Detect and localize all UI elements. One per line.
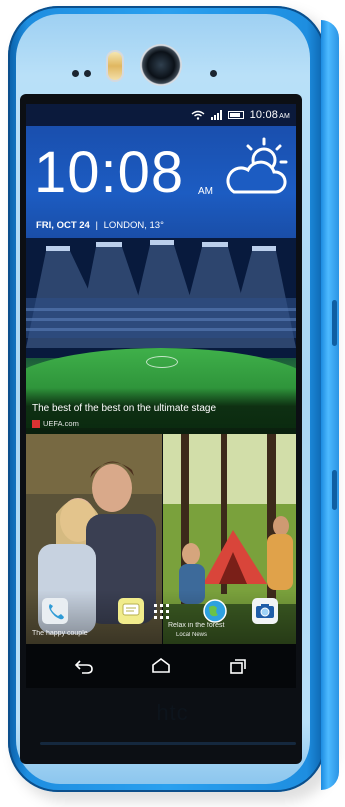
news-tile[interactable]: The best of the best on the ultimate sta… [26,238,296,434]
pitch-centre-circle [146,356,178,368]
home-screen: 10:08AM 10:08 AM FRI, OCT 24 | LONDON, 1… [26,104,296,688]
phone-side-rail [321,20,339,790]
status-time: 10:08AM [249,109,290,121]
app-drawer-icon[interactable] [148,598,174,624]
phone-app-icon[interactable] [42,598,68,624]
front-flash [108,52,122,80]
city-temperature: LONDON, 13° [103,220,164,231]
battery-icon [227,111,244,119]
brand-logo: htc [156,700,189,725]
volume-button[interactable] [332,300,337,346]
photo-right-sublabel: Local News [176,632,208,638]
messages-icon [122,603,140,616]
bottom-speaker-grille [40,742,296,745]
news-headline: The best of the best on the ultimate sta… [32,403,217,414]
back-icon[interactable] [72,656,96,676]
camera-icon [256,604,274,618]
photo-left-label: The happy couple [32,630,88,637]
source-icon [32,419,40,428]
camera-app-icon[interactable] [252,598,278,624]
front-camera [140,44,182,86]
home-icon[interactable] [149,656,173,676]
sensor-dot [210,70,217,77]
clock-weather-widget[interactable]: 10:08 AM FRI, OCT 24 | LONDON, 13° [26,126,296,238]
date-location: FRI, OCT 24 | LONDON, 13° [36,220,164,231]
status-bar: 10:08AM [26,104,296,126]
sensor-dot [84,70,91,77]
stadium-image [26,238,296,358]
messages-app-icon[interactable] [118,598,144,624]
photo-right-label: Relax in the forest [168,622,225,629]
clock-ampm: AM [198,186,213,197]
news-source: UEFA.com [32,419,79,428]
sensor-dot [72,70,79,77]
power-button[interactable] [332,470,337,510]
wifi-icon [191,110,205,120]
partly-cloudy-icon [226,137,288,194]
date-text: FRI, OCT 24 [36,220,90,231]
navigation-bar [26,644,296,688]
phone-icon [49,604,64,620]
signal-icon [210,110,222,120]
clock-time: 10:08 [34,140,185,205]
recent-apps-icon[interactable] [226,656,250,676]
browser-app-icon[interactable] [202,598,228,624]
globe-icon [203,599,227,623]
